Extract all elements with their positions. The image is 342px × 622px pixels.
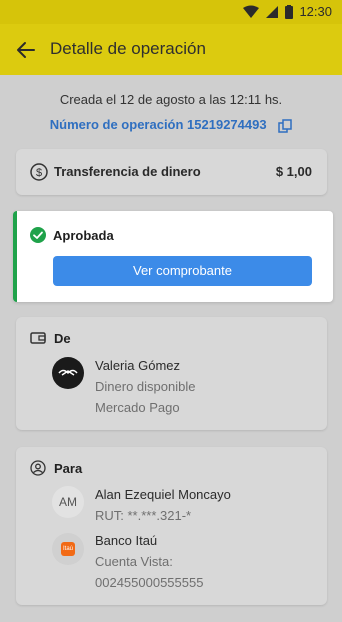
transfer-amount: $ 1,00 xyxy=(275,164,312,179)
wallet-icon xyxy=(30,332,46,344)
recipient-initials: AM xyxy=(59,495,77,509)
transfer-card: $ Transferencia de dinero $ 1,00 xyxy=(16,149,327,195)
view-receipt-button[interactable]: Ver comprobante xyxy=(53,256,312,286)
status-bar: 12:30 xyxy=(0,0,342,24)
recipient-rut: RUT: **.***.321-* xyxy=(95,508,192,523)
page-title: Detalle de operación xyxy=(50,39,206,58)
sender-provider: Mercado Pago xyxy=(95,400,180,415)
signal-icon xyxy=(266,5,279,18)
status-time: 12:30 xyxy=(299,4,332,19)
app-bar: Detalle de operación xyxy=(0,24,342,75)
account-number: 002455000555555 xyxy=(95,575,204,590)
wifi-icon xyxy=(243,5,260,18)
operation-number-link[interactable]: Número de operación 15219274493 xyxy=(50,117,267,132)
bank-avatar: Itaú xyxy=(52,533,84,565)
from-header: De xyxy=(30,330,71,346)
from-title: De xyxy=(54,330,71,346)
back-arrow-icon[interactable] xyxy=(14,38,38,62)
svg-text:$: $ xyxy=(36,167,42,179)
copy-icon[interactable] xyxy=(278,118,292,133)
from-card: De Valeria Gómez Dinero disponible Merca… xyxy=(16,317,327,430)
created-date-text: Creada el 12 de agosto a las 12:11 hs. xyxy=(59,92,283,107)
dollar-coin-icon: $ xyxy=(30,163,48,181)
transfer-label: Transferencia de dinero xyxy=(54,164,201,179)
battery-icon xyxy=(285,4,294,19)
bank-name: Banco Itaú xyxy=(95,533,158,548)
to-header: Para xyxy=(30,460,82,476)
status-label: Aprobada xyxy=(53,228,114,243)
mercado-pago-avatar xyxy=(52,357,84,389)
check-circle-icon xyxy=(30,227,46,243)
to-card: Para AM Alan Ezequiel Moncayo RUT: **.**… xyxy=(16,447,327,605)
to-title: Para xyxy=(54,460,83,476)
approval-status-card: Aprobada Ver comprobante xyxy=(13,211,333,302)
status-icons: 12:30 xyxy=(243,4,332,19)
user-icon xyxy=(30,460,46,476)
recipient-avatar: AM xyxy=(52,486,84,518)
account-type: Cuenta Vista: xyxy=(95,554,173,569)
recipient-name: Alan Ezequiel Moncayo xyxy=(95,487,231,502)
sender-source: Dinero disponible xyxy=(95,379,196,394)
handshake-icon xyxy=(58,369,78,376)
operation-number-row[interactable]: Número de operación 15219274493 xyxy=(0,117,342,133)
itau-logo-icon: Itaú xyxy=(61,542,75,556)
sender-name: Valeria Gómez xyxy=(95,358,181,373)
